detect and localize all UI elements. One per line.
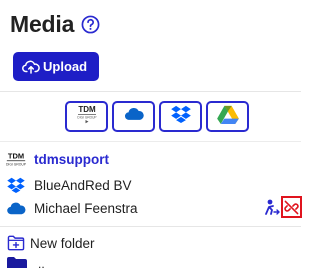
cloud-upload-icon: [22, 59, 40, 75]
folder-icon: [7, 257, 27, 268]
account-item-michael-feenstra[interactable]: Michael Feenstra: [6, 198, 138, 218]
person-link-icon[interactable]: [264, 198, 280, 216]
source-tdm-button[interactable]: TDM DIGI GROUP: [65, 101, 108, 132]
upload-button[interactable]: Upload: [13, 52, 99, 81]
tdm-logo-icon: TDM DIGI GROUP: [75, 104, 99, 129]
dropbox-icon: [170, 105, 191, 128]
dropbox-icon: [6, 177, 26, 193]
source-dropbox-button[interactable]: [159, 101, 202, 132]
account-item-tdmsupport[interactable]: TDM DIGI GROUP tdmsupport: [6, 149, 109, 169]
source-selector: TDM DIGI GROUP: [65, 101, 249, 132]
media-header: Media: [10, 9, 100, 39]
upload-label: Upload: [43, 59, 88, 74]
question-circle-icon[interactable]: [81, 15, 100, 34]
svg-text:TDM: TDM: [78, 105, 96, 114]
source-google-drive-button[interactable]: [206, 101, 249, 132]
folder-plus-icon: [7, 235, 25, 251]
parent-folder-item[interactable]: ..: [7, 257, 45, 268]
account-label: Michael Feenstra: [34, 200, 138, 216]
tdm-logo-icon: TDM DIGI GROUP: [6, 151, 26, 167]
onedrive-cloud-icon: [6, 200, 26, 216]
divider: [0, 226, 301, 227]
unlink-icon: [284, 200, 299, 214]
account-actions: [264, 196, 302, 218]
parent-folder-label: ..: [38, 257, 45, 268]
new-folder-button[interactable]: New folder: [7, 233, 95, 253]
source-onedrive-button[interactable]: [112, 101, 155, 132]
account-label: tdmsupport: [34, 151, 109, 167]
divider: [0, 91, 301, 92]
svg-text:DIGI GROUP: DIGI GROUP: [77, 116, 96, 120]
divider: [0, 141, 301, 142]
page-title: Media: [10, 10, 75, 37]
onedrive-cloud-icon: [124, 107, 144, 126]
google-drive-icon: [216, 105, 239, 129]
new-folder-label: New folder: [30, 235, 95, 251]
unlink-button[interactable]: [281, 196, 302, 218]
account-item-blueandred[interactable]: BlueAndRed BV: [6, 175, 132, 195]
account-label: BlueAndRed BV: [34, 177, 132, 193]
svg-text:TDM: TDM: [8, 152, 24, 161]
svg-text:DIGI GROUP: DIGI GROUP: [6, 162, 26, 166]
